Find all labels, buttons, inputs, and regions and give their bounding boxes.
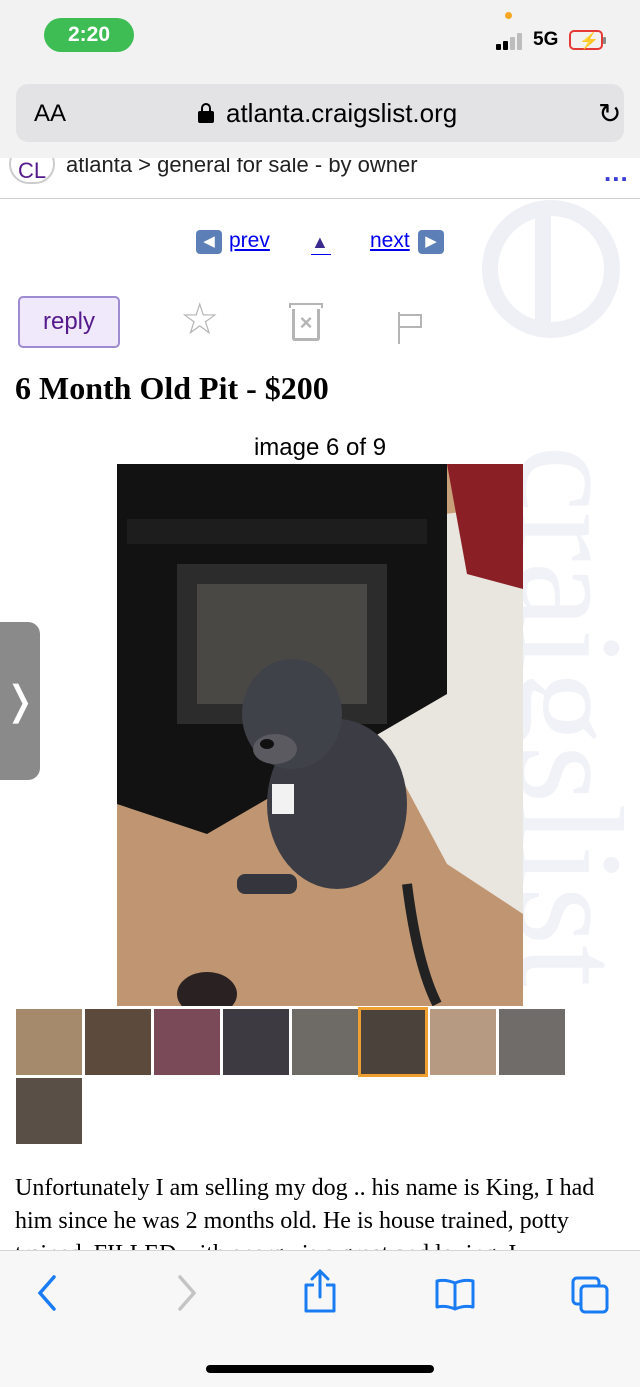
bookmarks-icon[interactable] [434,1277,476,1311]
browser-address-area: AA atlanta.craigslist.org ↻ [0,78,640,158]
browser-toolbar [0,1250,640,1387]
gallery-thumbnail-4[interactable] [223,1009,289,1075]
up-arrow-icon[interactable]: ▲ [311,232,329,253]
flag-icon[interactable] [398,312,428,344]
peace-watermark-icon [482,200,620,338]
dog-photo [117,464,523,1006]
gallery-thumbnail-8[interactable] [499,1009,565,1075]
posting-body: Unfortunately I am selling my dog .. his… [15,1175,595,1250]
gallery-thumbnail-6-active[interactable] [358,1007,428,1077]
share-icon[interactable] [302,1269,338,1315]
gallery-thumbnail-9[interactable] [16,1078,82,1144]
more-menu-icon[interactable]: ... [604,158,629,188]
next-posting-tab[interactable]: ❭ [0,622,40,780]
prev-arrow-icon[interactable]: ◀ [196,230,222,254]
network-type: 5G [533,29,559,50]
star-icon[interactable]: ☆ [180,294,219,345]
gallery-thumbnail-1[interactable] [16,1009,82,1075]
gallery-thumbnail-7[interactable] [430,1009,496,1075]
battery-charging-icon: ⚡ [569,30,606,50]
url-text[interactable]: atlanta.craigslist.org [226,98,457,129]
cellular-signal-icon [496,32,526,50]
lock-icon [198,103,214,123]
reply-button[interactable]: reply [18,296,120,348]
status-time: 2:20 [44,18,134,52]
prev-link[interactable]: prev [229,229,270,253]
tabs-icon[interactable] [570,1275,610,1315]
up-link-underline [311,254,331,255]
next-link[interactable]: next [370,229,410,253]
breadcrumb: CL atlanta > general for sale - by owner… [0,158,640,199]
forward-icon[interactable] [174,1273,200,1313]
privacy-indicator-dot [505,12,512,19]
address-bar[interactable]: AA atlanta.craigslist.org ↻ [16,84,624,142]
reload-icon[interactable]: ↻ [598,97,621,130]
main-image[interactable] [117,464,523,1006]
text-size-button[interactable]: AA [34,100,66,128]
back-icon[interactable] [34,1273,60,1313]
gallery-thumbnail-2[interactable] [85,1009,151,1075]
breadcrumb-path[interactable]: atlanta > general for sale - by owner [66,158,418,178]
image-counter: image 6 of 9 [253,434,387,461]
home-indicator [206,1365,434,1373]
status-bar: 2:20 5G ⚡ [0,0,640,78]
text-size-label: AA [34,100,67,127]
craigslist-logo[interactable]: CL [9,158,55,184]
next-arrow-icon[interactable]: ▶ [418,230,444,254]
gallery-thumbnail-5[interactable] [292,1009,358,1075]
chevron-right-icon: ❭ [3,679,37,723]
gallery-thumbnail-3[interactable] [154,1009,220,1075]
posting-title: 6 Month Old Pit - $200 [15,370,329,406]
hide-posting-icon[interactable]: × [289,303,323,341]
